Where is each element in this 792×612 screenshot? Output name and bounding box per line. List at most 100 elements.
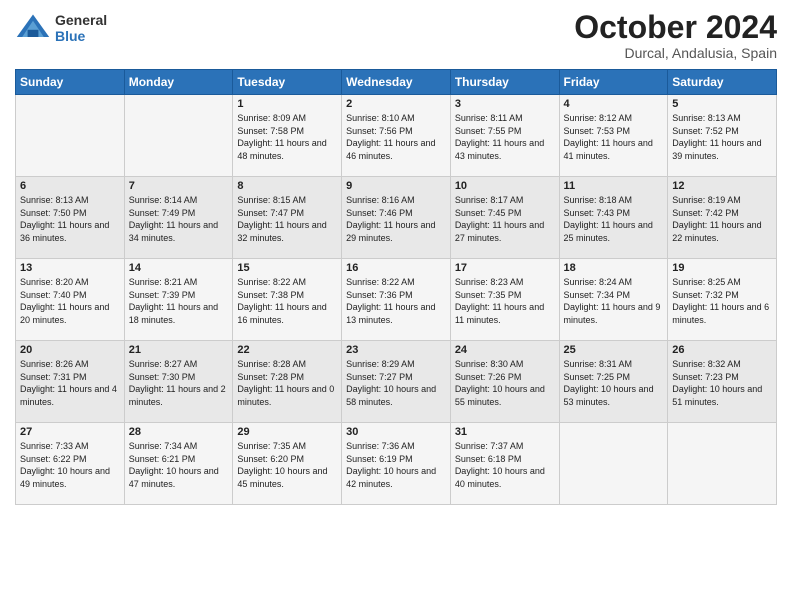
weekday-header-saturday: Saturday xyxy=(668,70,777,95)
day-info: Sunrise: 8:28 AM Sunset: 7:28 PM Dayligh… xyxy=(237,358,337,408)
day-number: 26 xyxy=(672,344,772,356)
day-cell-18: 17 Sunrise: 8:23 AM Sunset: 7:35 PM Dayli… xyxy=(450,259,559,341)
weekday-header-wednesday: Wednesday xyxy=(342,70,451,95)
day-number: 10 xyxy=(455,180,555,192)
day-number: 14 xyxy=(129,262,229,274)
logo-blue: Blue xyxy=(55,28,107,44)
header: General Blue October 2024 Durcal, Andalu… xyxy=(15,10,777,61)
day-number: 21 xyxy=(129,344,229,356)
day-info: Sunrise: 8:22 AM Sunset: 7:38 PM Dayligh… xyxy=(237,276,337,326)
day-info: Sunrise: 8:15 AM Sunset: 7:47 PM Dayligh… xyxy=(237,194,337,244)
month-title: October 2024 xyxy=(574,10,777,45)
day-number: 15 xyxy=(237,262,337,274)
day-info: Sunrise: 7:35 AM Sunset: 6:20 PM Dayligh… xyxy=(237,440,337,490)
weekday-header-row: SundayMondayTuesdayWednesdayThursdayFrid… xyxy=(16,70,777,95)
day-info: Sunrise: 8:16 AM Sunset: 7:46 PM Dayligh… xyxy=(346,194,446,244)
day-info: Sunrise: 8:18 AM Sunset: 7:43 PM Dayligh… xyxy=(564,194,664,244)
day-number: 17 xyxy=(455,262,555,274)
day-cell-13: 12Sunrise: 8:19 AM Sunset: 7:42 PM Dayli… xyxy=(668,177,777,259)
day-number: 11 xyxy=(564,180,664,192)
day-cell-31: 30 Sunrise: 7:36 AM Sunset: 6:19 PM Dayli… xyxy=(342,423,451,505)
day-info: Sunrise: 8:22 AM Sunset: 7:36 PM Dayligh… xyxy=(346,276,446,326)
day-number: 24 xyxy=(455,344,555,356)
day-number: 20 xyxy=(20,344,120,356)
day-info: Sunrise: 8:23 AM Sunset: 7:35 PM Dayligh… xyxy=(455,276,555,326)
day-cell-34 xyxy=(668,423,777,505)
day-cell-24: 23 Sunrise: 8:29 AM Sunset: 7:27 PM Dayli… xyxy=(342,341,451,423)
day-info: Sunrise: 8:11 AM Sunset: 7:55 PM Dayligh… xyxy=(455,112,555,162)
logo-icon xyxy=(15,10,51,46)
day-cell-14: 13Sunrise: 8:20 AM Sunset: 7:40 PM Dayli… xyxy=(16,259,125,341)
day-cell-0 xyxy=(16,95,125,177)
day-cell-32: 31 Sunrise: 7:37 AM Sunset: 6:18 PM Dayli… xyxy=(450,423,559,505)
day-cell-25: 24Sunrise: 8:30 AM Sunset: 7:26 PM Dayli… xyxy=(450,341,559,423)
day-cell-22: 21 Sunrise: 8:27 AM Sunset: 7:30 PM Dayli… xyxy=(124,341,233,423)
day-info: Sunrise: 8:27 AM Sunset: 7:30 PM Dayligh… xyxy=(129,358,229,408)
day-cell-33 xyxy=(559,423,668,505)
day-info: Sunrise: 7:33 AM Sunset: 6:22 PM Dayligh… xyxy=(20,440,120,490)
day-number: 1 xyxy=(237,98,337,110)
day-number: 29 xyxy=(237,426,337,438)
day-cell-20: 19 Sunrise: 8:25 AM Sunset: 7:32 PM Dayli… xyxy=(668,259,777,341)
day-cell-9: 8Sunrise: 8:15 AM Sunset: 7:47 PM Daylig… xyxy=(233,177,342,259)
week-row-3: 13Sunrise: 8:20 AM Sunset: 7:40 PM Dayli… xyxy=(16,259,777,341)
day-info: Sunrise: 7:34 AM Sunset: 6:21 PM Dayligh… xyxy=(129,440,229,490)
day-number: 18 xyxy=(564,262,664,274)
day-cell-7: 6Sunrise: 8:13 AM Sunset: 7:50 PM Daylig… xyxy=(16,177,125,259)
day-number: 16 xyxy=(346,262,446,274)
day-cell-30: 29 Sunrise: 7:35 AM Sunset: 6:20 PM Dayli… xyxy=(233,423,342,505)
day-number: 4 xyxy=(564,98,664,110)
day-cell-2: 1 Sunrise: 8:09 AM Sunset: 7:58 PM Daylig… xyxy=(233,95,342,177)
day-info: Sunrise: 7:37 AM Sunset: 6:18 PM Dayligh… xyxy=(455,440,555,490)
day-info: Sunrise: 8:25 AM Sunset: 7:32 PM Dayligh… xyxy=(672,276,772,326)
day-cell-16: 15 Sunrise: 8:22 AM Sunset: 7:38 PM Dayli… xyxy=(233,259,342,341)
day-info: Sunrise: 8:26 AM Sunset: 7:31 PM Dayligh… xyxy=(20,358,120,408)
day-info: Sunrise: 8:24 AM Sunset: 7:34 PM Dayligh… xyxy=(564,276,664,326)
day-cell-11: 10 Sunrise: 8:17 AM Sunset: 7:45 PM Dayli… xyxy=(450,177,559,259)
week-row-5: 27 Sunrise: 7:33 AM Sunset: 6:22 PM Dayli… xyxy=(16,423,777,505)
day-number: 7 xyxy=(129,180,229,192)
day-info: Sunrise: 8:17 AM Sunset: 7:45 PM Dayligh… xyxy=(455,194,555,244)
day-cell-17: 16 Sunrise: 8:22 AM Sunset: 7:36 PM Dayli… xyxy=(342,259,451,341)
day-cell-29: 28Sunrise: 7:34 AM Sunset: 6:21 PM Dayli… xyxy=(124,423,233,505)
day-number: 12 xyxy=(672,180,772,192)
day-cell-5: 4 Sunrise: 8:12 AM Sunset: 7:53 PM Daylig… xyxy=(559,95,668,177)
day-info: Sunrise: 8:10 AM Sunset: 7:56 PM Dayligh… xyxy=(346,112,446,162)
weekday-header-thursday: Thursday xyxy=(450,70,559,95)
day-info: Sunrise: 8:12 AM Sunset: 7:53 PM Dayligh… xyxy=(564,112,664,162)
day-number: 23 xyxy=(346,344,446,356)
day-info: Sunrise: 8:20 AM Sunset: 7:40 PM Dayligh… xyxy=(20,276,120,326)
weekday-header-tuesday: Tuesday xyxy=(233,70,342,95)
day-number: 30 xyxy=(346,426,446,438)
weekday-header-friday: Friday xyxy=(559,70,668,95)
day-info: Sunrise: 7:36 AM Sunset: 6:19 PM Dayligh… xyxy=(346,440,446,490)
logo-text: General Blue xyxy=(55,12,107,44)
day-number: 25 xyxy=(564,344,664,356)
day-number: 31 xyxy=(455,426,555,438)
day-info: Sunrise: 8:31 AM Sunset: 7:25 PM Dayligh… xyxy=(564,358,664,408)
day-number: 27 xyxy=(20,426,120,438)
day-cell-4: 3Sunrise: 8:11 AM Sunset: 7:55 PM Daylig… xyxy=(450,95,559,177)
day-cell-6: 5 Sunrise: 8:13 AM Sunset: 7:52 PM Daylig… xyxy=(668,95,777,177)
day-number: 6 xyxy=(20,180,120,192)
day-info: Sunrise: 8:13 AM Sunset: 7:52 PM Dayligh… xyxy=(672,112,772,162)
day-number: 2 xyxy=(346,98,446,110)
location: Durcal, Andalusia, Spain xyxy=(574,45,777,61)
day-number: 22 xyxy=(237,344,337,356)
day-number: 9 xyxy=(346,180,446,192)
day-cell-28: 27 Sunrise: 7:33 AM Sunset: 6:22 PM Dayli… xyxy=(16,423,125,505)
day-number: 19 xyxy=(672,262,772,274)
day-cell-19: 18 Sunrise: 8:24 AM Sunset: 7:34 PM Dayli… xyxy=(559,259,668,341)
day-info: Sunrise: 8:09 AM Sunset: 7:58 PM Dayligh… xyxy=(237,112,337,162)
day-cell-26: 25 Sunrise: 8:31 AM Sunset: 7:25 PM Dayli… xyxy=(559,341,668,423)
day-cell-12: 11 Sunrise: 8:18 AM Sunset: 7:43 PM Dayli… xyxy=(559,177,668,259)
day-cell-15: 14Sunrise: 8:21 AM Sunset: 7:39 PM Dayli… xyxy=(124,259,233,341)
day-cell-3: 2 Sunrise: 8:10 AM Sunset: 7:56 PM Daylig… xyxy=(342,95,451,177)
title-block: October 2024 Durcal, Andalusia, Spain xyxy=(574,10,777,61)
day-cell-1 xyxy=(124,95,233,177)
day-cell-10: 9 Sunrise: 8:16 AM Sunset: 7:46 PM Daylig… xyxy=(342,177,451,259)
main-container: General Blue October 2024 Durcal, Andalu… xyxy=(0,0,792,612)
day-number: 5 xyxy=(672,98,772,110)
day-info: Sunrise: 8:14 AM Sunset: 7:49 PM Dayligh… xyxy=(129,194,229,244)
day-info: Sunrise: 8:29 AM Sunset: 7:27 PM Dayligh… xyxy=(346,358,446,408)
